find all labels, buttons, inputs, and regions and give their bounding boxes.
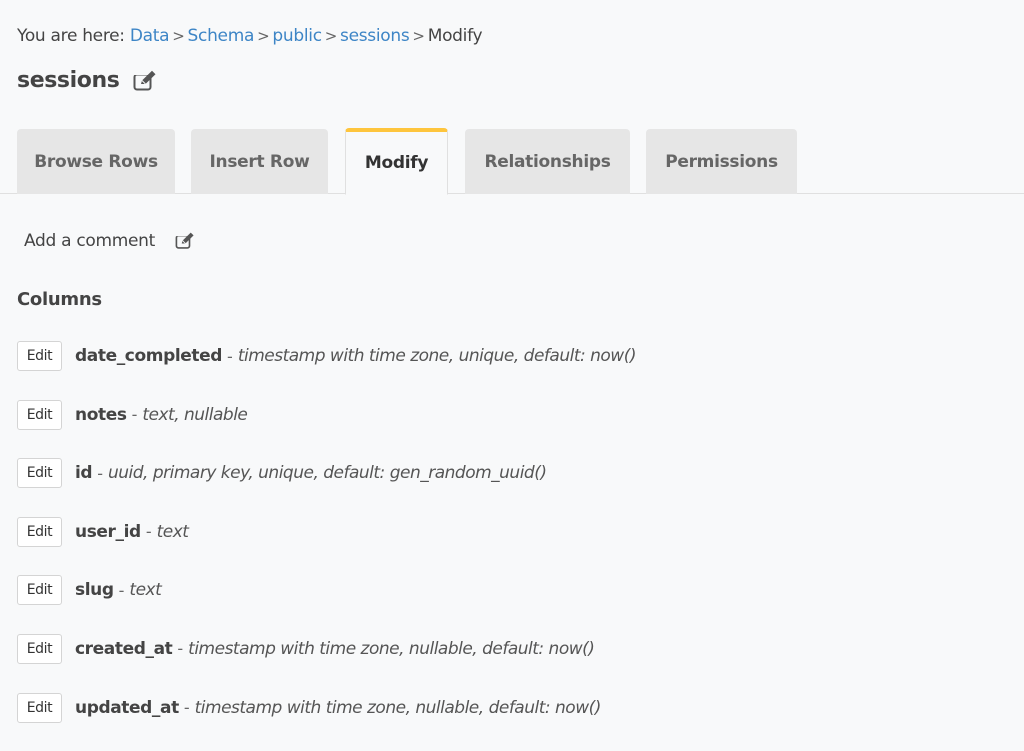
column-name: created_at: [75, 638, 173, 659]
breadcrumb-separator: >: [257, 27, 270, 45]
breadcrumb-prefix: You are here:: [17, 26, 125, 46]
column-name: user_id: [75, 521, 141, 542]
tab-permissions[interactable]: Permissions: [646, 129, 797, 194]
column-name: date_completed: [75, 346, 223, 366]
edit-column-button[interactable]: Edit: [17, 458, 62, 489]
breadcrumb-separator: >: [172, 27, 185, 45]
column-separator: -: [177, 639, 184, 659]
column-description: timestamp with time zone, unique, defaul…: [237, 346, 637, 366]
column-separator: -: [97, 463, 103, 483]
tab-modify[interactable]: Modify: [345, 128, 448, 195]
edit-column-button[interactable]: Edit: [17, 516, 62, 547]
column-row: Edit updated_at - timestamp with time zo…: [17, 692, 636, 723]
column-name: id: [75, 463, 93, 484]
add-comment-label: Add a comment: [24, 231, 156, 251]
edit-column-button[interactable]: Edit: [17, 633, 62, 664]
column-description: uuid, primary key, unique, default: gen_…: [107, 463, 547, 484]
tab-bar: Browse Rows Insert Row Modify Relationsh…: [0, 128, 1024, 195]
column-description: timestamp with time zone, nullable, defa…: [194, 697, 602, 718]
breadcrumb-sessions[interactable]: sessions: [340, 26, 410, 46]
columns-heading: Columns: [17, 289, 102, 310]
column-separator: -: [183, 698, 190, 718]
column-description: text, nullable: [142, 404, 248, 425]
breadcrumb-public[interactable]: public: [272, 26, 322, 46]
column-row: Edit slug - text: [17, 575, 636, 606]
comment-section: Add a comment: [24, 231, 195, 251]
edit-column-button[interactable]: Edit: [17, 399, 62, 430]
column-row: Edit date_completed - timestamp with tim…: [17, 341, 636, 371]
tab-relationships[interactable]: Relationships: [465, 129, 630, 194]
column-separator: -: [227, 346, 233, 366]
breadcrumb-data[interactable]: Data: [130, 26, 170, 46]
edit-column-button[interactable]: Edit: [17, 692, 62, 723]
breadcrumb-separator: >: [324, 27, 338, 45]
column-separator: -: [131, 405, 138, 425]
breadcrumb-current: Modify: [427, 26, 483, 46]
column-row: Edit created_at - timestamp with time zo…: [17, 633, 636, 664]
column-separator: -: [145, 522, 152, 542]
column-row: Edit notes - text, nullable: [17, 399, 636, 430]
edit-column-button[interactable]: Edit: [17, 341, 62, 371]
column-description: text: [156, 521, 189, 542]
breadcrumb-schema[interactable]: Schema: [188, 26, 255, 46]
edit-comment-icon[interactable]: [175, 232, 195, 250]
tab-insert-row[interactable]: Insert Row: [191, 129, 328, 194]
page-title: sessions: [17, 68, 158, 93]
table-name: sessions: [17, 68, 120, 93]
column-separator: -: [118, 580, 125, 600]
column-name: slug: [75, 580, 114, 601]
edit-column-button[interactable]: Edit: [17, 575, 62, 606]
breadcrumb-separator: >: [412, 27, 425, 45]
column-description: timestamp with time zone, nullable, defa…: [188, 638, 595, 659]
column-row: Edit user_id - text: [17, 516, 636, 547]
edit-icon[interactable]: [133, 70, 158, 92]
columns-list: Edit date_completed - timestamp with tim…: [17, 341, 636, 751]
column-name: updated_at: [75, 697, 179, 718]
tab-browse-rows[interactable]: Browse Rows: [17, 129, 175, 194]
breadcrumb: You are here: Data > Schema > public > session…: [17, 26, 483, 46]
column-description: text: [129, 580, 162, 601]
column-name: notes: [75, 404, 127, 425]
column-row: Edit id - uuid, primary key, unique, def…: [17, 458, 636, 489]
